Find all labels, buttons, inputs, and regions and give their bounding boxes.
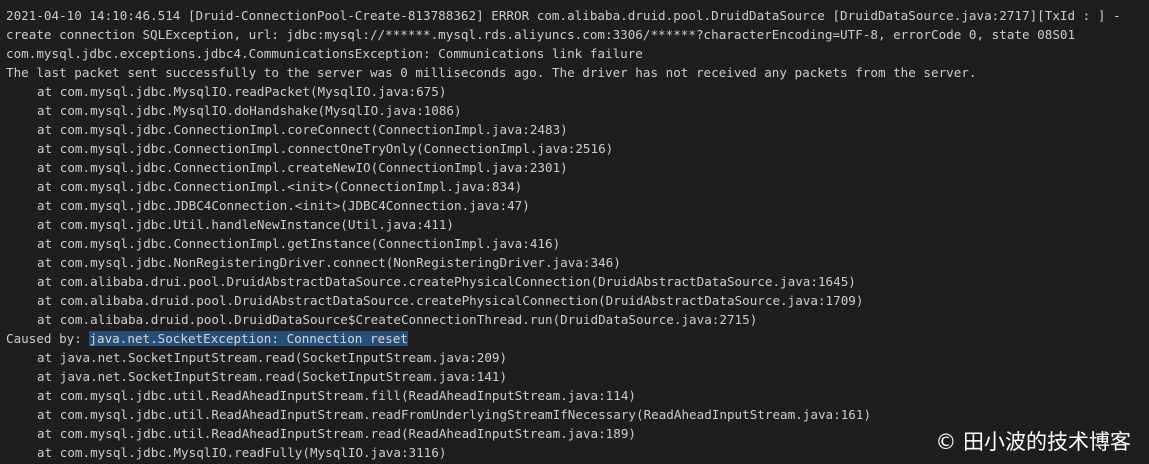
stack-frame: at com.mysql.jdbc.JDBC4Connection.<init>… [37,198,530,213]
stack-frame: at com.mysql.jdbc.ConnectionImpl.connect… [37,141,614,156]
stack-frame: at com.mysql.jdbc.Util.handleNewInstance… [37,217,455,232]
stack-frame: at com.mysql.jdbc.ConnectionImpl.coreCon… [37,122,568,137]
log-line-detail: The last packet sent successfully to the… [6,65,977,80]
watermark: © 田小波的技术博客 [935,430,1131,454]
terminal-output[interactable]: 2021-04-10 14:10:46.514 [Druid-Connectio… [0,0,1149,464]
stack-frame: at com.mysql.jdbc.MysqlIO.doHandshake(My… [37,103,462,118]
stack-frame: at com.mysql.jdbc.util.ReadAheadInputStr… [37,407,872,422]
stack-frame: at com.mysql.jdbc.ConnectionImpl.createN… [37,160,568,175]
caused-by-prefix: Caused by: [6,331,90,346]
log-line-header: 2021-04-10 14:10:46.514 [Druid-Connectio… [6,8,1121,23]
log-line-error-message: create connection SQLException, url: jdb… [6,27,1076,42]
stack-frame: at com.mysql.jdbc.ConnectionImpl.<init>(… [37,179,523,194]
stack-frame: at com.mysql.jdbc.MysqlIO.readPacket(Mys… [37,84,447,99]
stack-frame: at com.mysql.jdbc.util.ReadAheadInputStr… [37,388,636,403]
selected-exception-text[interactable]: java.net.SocketException: Connection res… [89,331,408,346]
stack-frame: at com.alibaba.druid.pool.DruidDataSourc… [37,312,758,327]
stack-frame: at com.mysql.jdbc.NonRegisteringDriver.c… [37,255,621,270]
stack-frame: at com.mysql.jdbc.ConnectionImpl.getInst… [37,236,561,251]
stack-frame: at com.alibaba.druid.pool.DruidAbstractD… [37,293,864,308]
stack-frame: at java.net.SocketInputStream.read(Socke… [37,369,508,384]
stack-frame: at java.net.SocketInputStream.read(Socke… [37,350,508,365]
stack-frame: at com.alibaba.drui.pool.DruidAbstractDa… [37,274,856,289]
log-line-exception: com.mysql.jdbc.exceptions.jdbc4.Communic… [6,46,643,61]
caused-by-line: Caused by: java.net.SocketException: Con… [6,329,1149,348]
